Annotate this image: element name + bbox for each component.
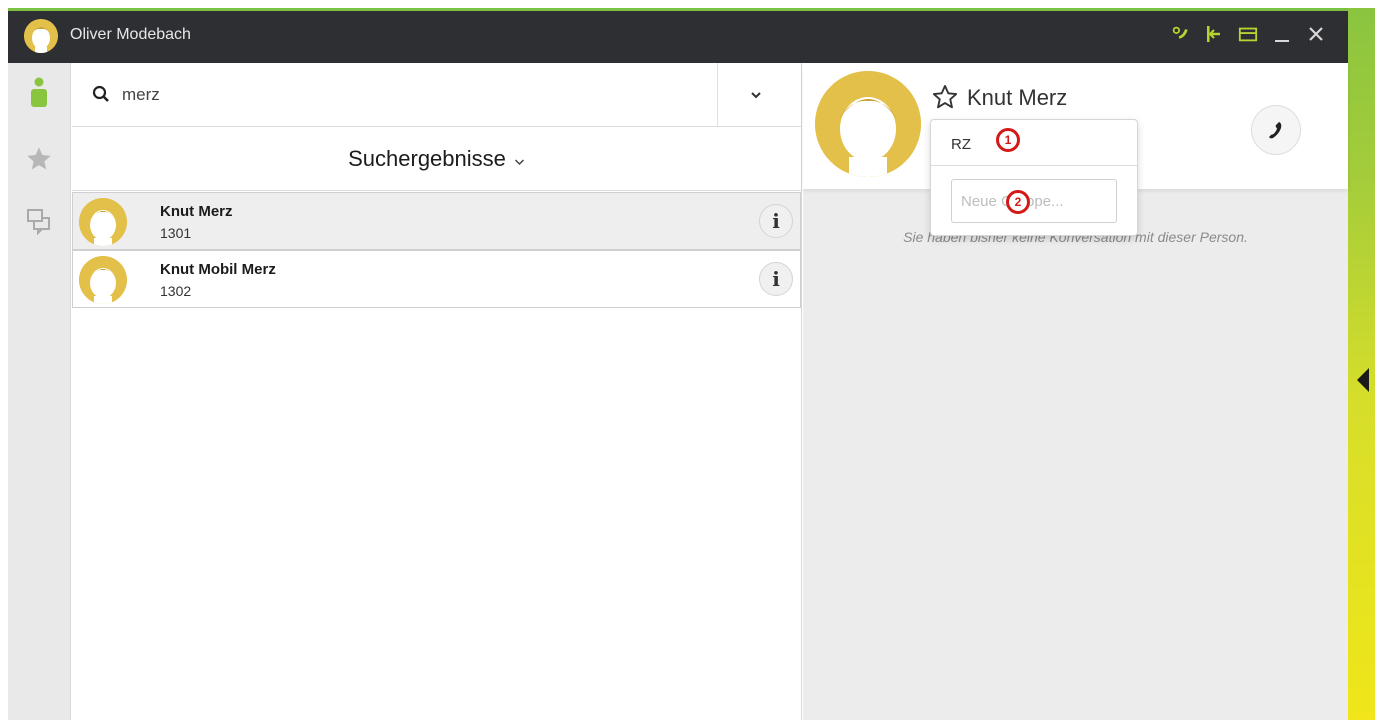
- contact-name: Knut Merz: [160, 203, 233, 220]
- minimize-icon[interactable]: [1272, 22, 1292, 46]
- call-button[interactable]: [1251, 105, 1301, 155]
- chevron-down-icon: [514, 153, 525, 169]
- favorites-star-icon[interactable]: [24, 143, 54, 175]
- restore-window-icon[interactable]: [1238, 22, 1258, 46]
- avatar: [79, 256, 127, 304]
- info-icon[interactable]: i: [759, 262, 793, 296]
- dock-icon[interactable]: [1204, 22, 1224, 46]
- new-group-input[interactable]: [951, 179, 1117, 223]
- user-name: Oliver Modebach: [70, 26, 191, 43]
- close-icon[interactable]: [1306, 22, 1326, 46]
- settings-icon[interactable]: [1170, 22, 1190, 46]
- divider: [717, 63, 718, 127]
- list-item[interactable]: Knut Merz 1301 i: [72, 192, 801, 250]
- contact-avatar: [815, 71, 921, 177]
- drawer-toggle-arrow-icon[interactable]: [1357, 368, 1369, 392]
- navigation-rail: [8, 63, 71, 720]
- results-header[interactable]: Suchergebnisse: [72, 127, 801, 191]
- side-drawer-bar[interactable]: [1348, 8, 1375, 720]
- search-bar: [72, 63, 801, 127]
- contact-title: Knut Merz: [967, 85, 1068, 110]
- contact-number: 1302: [160, 283, 192, 299]
- contact-name: Knut Mobil Merz: [160, 261, 276, 278]
- contacts-icon[interactable]: [24, 77, 54, 109]
- search-panel: Suchergebnisse Knut Merz 1301 i: [72, 63, 802, 720]
- phone-icon: [1269, 122, 1282, 139]
- favorite-star-icon[interactable]: [931, 83, 959, 111]
- search-filter-chevron-down-icon[interactable]: [750, 87, 762, 102]
- list-item[interactable]: Knut Mobil Merz 1302 i: [72, 250, 801, 308]
- avatar: [79, 198, 127, 246]
- divider: [931, 165, 1137, 166]
- group-popup: RZ: [930, 119, 1138, 236]
- results-title: Suchergebnisse: [348, 145, 506, 171]
- group-item-rz[interactable]: RZ: [951, 136, 971, 153]
- results-list: Knut Merz 1301 i Knut Mobil Merz 1302 i: [72, 192, 801, 308]
- user-avatar[interactable]: [24, 19, 58, 53]
- search-icon: [92, 85, 109, 102]
- title-bar: Oliver Modebach: [8, 11, 1348, 63]
- annotation-marker-1: 1: [996, 128, 1020, 152]
- info-icon[interactable]: i: [759, 204, 793, 238]
- annotation-marker-2: 2: [1006, 190, 1030, 214]
- conversations-icon[interactable]: [24, 205, 54, 237]
- contact-number: 1301: [160, 225, 192, 241]
- left-edge: [0, 0, 8, 720]
- search-input[interactable]: [122, 81, 712, 109]
